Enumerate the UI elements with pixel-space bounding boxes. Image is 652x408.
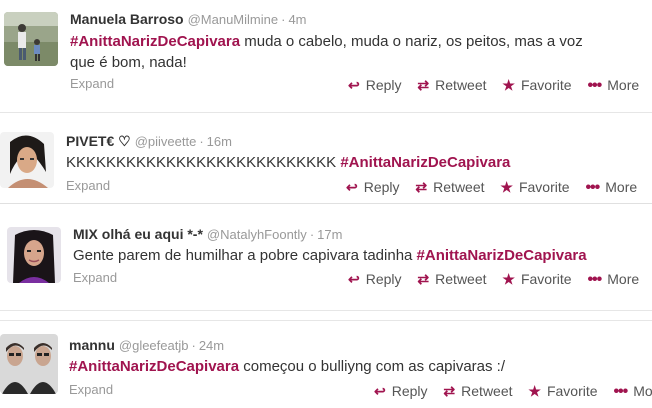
star-icon: ★ bbox=[502, 77, 515, 93]
tweet-actions: ↩ Reply ⇄ Retweet ★ Favorite ••• More bbox=[348, 271, 639, 289]
favorite-button[interactable]: ★ Favorite bbox=[528, 383, 597, 400]
retweet-icon: ⇄ bbox=[443, 383, 456, 399]
user-handle[interactable]: @ManuMilmine bbox=[188, 12, 279, 27]
retweet-icon: ⇄ bbox=[415, 179, 428, 195]
hashtag-link[interactable]: #AnittaNarizDeCapivara bbox=[417, 247, 587, 264]
reply-button[interactable]: ↩ Reply bbox=[348, 77, 402, 94]
timestamp[interactable]: 24m bbox=[199, 338, 224, 353]
tweet-item: MIX olhá eu aqui *-* @NatalyhFoontly · 17m … bbox=[0, 204, 652, 311]
reply-button[interactable]: ↩ Reply bbox=[346, 179, 400, 196]
retweet-icon: ⇄ bbox=[417, 271, 430, 287]
separator-dot: · bbox=[309, 227, 315, 242]
user-name[interactable]: mannu bbox=[69, 337, 115, 353]
more-label: More bbox=[633, 383, 652, 399]
tweet-item: Manuela Barroso @ManuMilmine · 4m #AnittaNa… bbox=[0, 0, 652, 113]
favorite-label: Favorite bbox=[546, 383, 598, 399]
hashtag-link[interactable]: #AnittaNarizDeCapivara bbox=[69, 358, 239, 375]
tweet-text: #AnittaNarizDeCapivara começou o bulliyn… bbox=[69, 356, 629, 377]
retweet-button[interactable]: ⇄ Retweet bbox=[415, 179, 484, 196]
avatar[interactable] bbox=[0, 334, 58, 394]
retweet-button[interactable]: ⇄ Retweet bbox=[443, 383, 512, 400]
reply-label: Reply bbox=[391, 383, 428, 399]
retweet-icon: ⇄ bbox=[417, 77, 430, 93]
user-handle[interactable]: @piiveette bbox=[135, 134, 197, 149]
tweet-text: KKKKKKKKKKKKKKKKKKKKKKKKKKK #AnittaNariz… bbox=[66, 152, 626, 173]
tweet-header: mannu @gleefeatjb · 24m bbox=[69, 337, 224, 353]
expand-link[interactable]: Expand bbox=[66, 178, 110, 193]
timestamp[interactable]: 4m bbox=[288, 12, 306, 27]
separator-dot: · bbox=[281, 12, 286, 27]
more-dots-icon: ••• bbox=[587, 77, 602, 94]
star-icon: ★ bbox=[500, 179, 513, 195]
tweet-text-after: começou o bulliyng com as capivaras :/ bbox=[239, 358, 506, 375]
hashtag-link[interactable]: #AnittaNarizDeCapivara bbox=[340, 154, 510, 171]
user-name[interactable]: PIVET€ ♡ bbox=[66, 133, 131, 149]
tweet-text: Gente parem de humilhar a pobre capivara… bbox=[73, 245, 643, 266]
tweet-header: Manuela Barroso @ManuMilmine · 4m bbox=[70, 11, 307, 27]
avatar[interactable] bbox=[0, 132, 54, 188]
timestamp[interactable]: 16m bbox=[207, 134, 232, 149]
more-label: More bbox=[605, 179, 638, 195]
expand-link[interactable]: Expand bbox=[70, 76, 114, 91]
more-dots-icon: ••• bbox=[587, 271, 602, 288]
separator-dot: · bbox=[191, 338, 196, 353]
retweet-label: Retweet bbox=[435, 77, 487, 93]
tweet-item: mannu @gleefeatjb · 24m #AnittaNarizDeCapiv… bbox=[0, 320, 652, 408]
reply-label: Reply bbox=[365, 77, 402, 93]
tweet-header: MIX olhá eu aqui *-* @NatalyhFoontly · 17m bbox=[73, 226, 342, 242]
hashtag-link[interactable]: #AnittaNarizDeCapivara bbox=[70, 33, 240, 50]
tweet-header: PIVET€ ♡ @piiveette · 16m bbox=[66, 133, 232, 150]
avatar[interactable] bbox=[7, 227, 61, 283]
star-icon: ★ bbox=[502, 271, 515, 287]
expand-link[interactable]: Expand bbox=[69, 382, 113, 397]
timestamp[interactable]: 17m bbox=[317, 227, 342, 242]
favorite-button[interactable]: ★ Favorite bbox=[502, 271, 571, 288]
more-button[interactable]: ••• More bbox=[587, 271, 639, 289]
reply-icon: ↩ bbox=[348, 271, 360, 287]
retweet-label: Retweet bbox=[461, 383, 513, 399]
reply-icon: ↩ bbox=[346, 179, 358, 195]
more-button[interactable]: ••• More bbox=[613, 383, 652, 401]
more-label: More bbox=[607, 77, 640, 93]
user-handle[interactable]: @gleefeatjb bbox=[119, 338, 189, 353]
separator-dot: · bbox=[199, 134, 204, 149]
reply-icon: ↩ bbox=[348, 77, 360, 93]
avatar[interactable] bbox=[4, 12, 58, 66]
tweet-text: #AnittaNarizDeCapivara muda o cabelo, mu… bbox=[70, 31, 590, 73]
retweet-label: Retweet bbox=[435, 271, 487, 287]
favorite-label: Favorite bbox=[518, 179, 570, 195]
tweet-actions: ↩ Reply ⇄ Retweet ★ Favorite ••• More bbox=[348, 77, 639, 95]
tweet-stream: Manuela Barroso @ManuMilmine · 4m #AnittaNa… bbox=[0, 0, 652, 408]
favorite-label: Favorite bbox=[520, 271, 572, 287]
reply-label: Reply bbox=[363, 179, 400, 195]
reply-button[interactable]: ↩ Reply bbox=[348, 271, 402, 288]
retweet-button[interactable]: ⇄ Retweet bbox=[417, 77, 486, 94]
favorite-button[interactable]: ★ Favorite bbox=[502, 77, 571, 94]
user-name[interactable]: Manuela Barroso bbox=[70, 11, 184, 27]
tweet-text-before: KKKKKKKKKKKKKKKKKKKKKKKKKKK bbox=[66, 154, 341, 171]
tweet-text-before: Gente parem de humilhar a pobre capivara… bbox=[73, 247, 417, 264]
reply-label: Reply bbox=[365, 271, 402, 287]
tweet-actions: ↩ Reply ⇄ Retweet ★ Favorite ••• More bbox=[346, 179, 637, 197]
retweet-label: Retweet bbox=[433, 179, 485, 195]
retweet-button[interactable]: ⇄ Retweet bbox=[417, 271, 486, 288]
more-button[interactable]: ••• More bbox=[587, 77, 639, 95]
user-name[interactable]: MIX olhá eu aqui *-* bbox=[73, 226, 203, 242]
more-dots-icon: ••• bbox=[585, 179, 600, 196]
more-dots-icon: ••• bbox=[613, 383, 628, 400]
tweet-actions: ↩ Reply ⇄ Retweet ★ Favorite ••• More bbox=[374, 383, 652, 401]
user-handle[interactable]: @NatalyhFoontly bbox=[207, 227, 307, 242]
expand-link[interactable]: Expand bbox=[73, 270, 117, 285]
favorite-button[interactable]: ★ Favorite bbox=[500, 179, 569, 196]
more-button[interactable]: ••• More bbox=[585, 179, 637, 197]
tweet-item: PIVET€ ♡ @piiveette · 16m KKKKKKKKKKKKKKKKK… bbox=[0, 113, 652, 204]
star-icon: ★ bbox=[528, 383, 541, 399]
favorite-label: Favorite bbox=[520, 77, 572, 93]
more-label: More bbox=[607, 271, 640, 287]
reply-button[interactable]: ↩ Reply bbox=[374, 383, 428, 400]
reply-icon: ↩ bbox=[374, 383, 386, 399]
